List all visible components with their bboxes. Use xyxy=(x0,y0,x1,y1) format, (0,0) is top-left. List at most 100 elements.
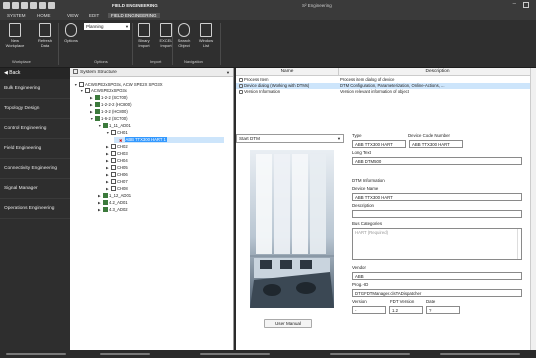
binary-import-button[interactable]: Binary Import xyxy=(134,23,154,48)
nav-bulk-engineering[interactable]: Bulk Engineering xyxy=(0,79,70,99)
planning-select[interactable]: Planning ▼ xyxy=(84,23,130,30)
device-name-field[interactable]: ABB TTX300 HART xyxy=(352,193,522,201)
undo-icon[interactable] xyxy=(21,2,28,9)
tree-node[interactable]: ▶ 4.2_AD01 xyxy=(98,200,128,206)
channel-icon xyxy=(111,179,116,184)
tree-node[interactable]: ▶ CH06 xyxy=(106,172,128,178)
status-segment xyxy=(6,353,66,355)
tree-node[interactable]: ▶ CH05 xyxy=(106,165,128,171)
dtm-action-select[interactable]: Start DTM ▼ xyxy=(236,134,344,143)
user-manual-button[interactable]: User Manual xyxy=(264,319,312,328)
options-label: Options xyxy=(64,38,78,43)
bus-categories-field[interactable]: HART (Required) xyxy=(352,228,522,260)
tree-node-label: CH05 xyxy=(117,165,128,170)
tab-system[interactable]: SYSTEM xyxy=(4,13,29,18)
tab-edit[interactable]: EDIT xyxy=(86,13,102,18)
refresh-data-button[interactable]: Refresh Data xyxy=(34,23,56,48)
controller-icon xyxy=(95,102,100,107)
search-object-button[interactable]: Search Object xyxy=(174,23,194,48)
tree-node[interactable]: ▶ 1-3-2 (HC800) xyxy=(90,109,128,115)
new-workplace-button[interactable]: New Workplace xyxy=(4,23,26,48)
tree-node-label: 1-2-2 (SC700) xyxy=(101,95,128,100)
tree-node[interactable]: ▶ 1_12_AD01 xyxy=(98,193,131,199)
chevron-down-icon[interactable]: ▼ xyxy=(226,68,230,77)
description-field[interactable] xyxy=(352,210,522,218)
tab-field-engineering[interactable]: FIELD ENGINEERING xyxy=(108,13,160,18)
tree-node[interactable]: ▼ 1_11_AD01 xyxy=(98,123,131,129)
ribbon-separator xyxy=(58,23,59,65)
nav-connectivity-engineering[interactable]: Connectivity Engineering xyxy=(0,159,70,179)
options-button[interactable]: Options xyxy=(60,23,82,44)
tree-node[interactable]: ▶ CH02 xyxy=(106,144,128,150)
column-header-name[interactable]: Name xyxy=(236,68,338,76)
column-header-description[interactable]: Description xyxy=(338,68,536,76)
print-icon[interactable] xyxy=(39,2,46,9)
tree-node[interactable]: ▼ 1-6-2 (SC700) xyxy=(90,116,128,122)
vertical-scrollbar[interactable] xyxy=(530,68,536,350)
group-navigation: Navigation xyxy=(184,59,203,64)
nav-field-engineering[interactable]: Field Engineering xyxy=(0,139,70,159)
excel-import-button[interactable]: EXCEL Import xyxy=(156,23,176,48)
nav-topology-design[interactable]: Topology Design xyxy=(0,99,70,119)
function-row[interactable]: Version Information Version relevant inf… xyxy=(236,89,536,95)
tree-node[interactable]: ▼ ACWSPE2xSPO3x xyxy=(80,88,127,94)
channel-icon xyxy=(111,144,116,149)
tree-node[interactable]: ▶ CH04 xyxy=(106,158,128,164)
excel-import-label: EXCEL Import xyxy=(159,38,173,48)
system-structure-title: System Structure xyxy=(80,70,117,75)
tree-node-selected[interactable]: ✖ ABB TTX300 HART 1 xyxy=(114,137,224,143)
type-field[interactable]: ABB TTX300 HART xyxy=(352,140,406,148)
nav-control-engineering[interactable]: Control Engineering xyxy=(0,119,70,139)
status-bar xyxy=(0,350,536,358)
tab-home[interactable]: HOME xyxy=(34,13,54,18)
bus-categories-value: HART (Required) xyxy=(355,230,389,235)
tree-node-label: 1_11_AD01 xyxy=(109,123,131,128)
tree-node[interactable]: ▶ CH03 xyxy=(106,151,128,157)
settings-icon[interactable] xyxy=(48,2,55,9)
redo-icon[interactable] xyxy=(30,2,37,9)
ribbon: New Workplace Refresh Data Workplace Opt… xyxy=(0,20,536,68)
binary-import-label: Binary Import xyxy=(138,38,150,48)
tree-node[interactable]: ▶ 4.3_AD02 xyxy=(98,207,128,213)
maximize-icon[interactable] xyxy=(523,2,529,8)
save-icon[interactable] xyxy=(12,2,19,9)
tree-node[interactable]: ▶ 1-2-2-2 (HC800) xyxy=(90,102,132,108)
window-list-button[interactable]: Window List xyxy=(196,23,216,48)
tree-node-label: CH07 xyxy=(117,179,128,184)
prog-id-field[interactable]: DTGFDTManager.clsTADispatcher xyxy=(352,289,522,297)
tab-view[interactable]: VIEW xyxy=(64,13,82,18)
status-segment xyxy=(330,353,410,355)
channel-icon xyxy=(111,151,116,156)
device-name-label: Device Name xyxy=(352,186,379,191)
vendor-field[interactable]: ABB xyxy=(352,272,522,280)
controller-icon xyxy=(95,116,100,121)
device-code-label: Device Code Number xyxy=(408,133,450,138)
tree-node[interactable]: ▼ CH01 xyxy=(106,130,128,136)
new-workplace-icon xyxy=(9,23,21,37)
device-code-field[interactable]: ABB TTX300 HART xyxy=(409,140,463,148)
tree-node-label: CH01 xyxy=(117,130,128,135)
device-dialog-icon xyxy=(239,83,243,88)
window-list-label: Window List xyxy=(198,38,214,48)
menu-bar: SYSTEM HOME VIEW EDIT FIELD ENGINEERING xyxy=(0,12,536,20)
tree-node[interactable]: ▶ 1-2-2 (SC700) xyxy=(90,95,128,101)
nav-operations-engineering[interactable]: Operations Engineering xyxy=(0,199,70,219)
tree-node-label: CH03 xyxy=(117,151,128,156)
long-text-field[interactable]: ABB DTM500 xyxy=(352,157,522,165)
tree-node[interactable]: ▶ CH08 xyxy=(106,186,128,192)
fdt-version-field[interactable]: 1.2 xyxy=(389,306,423,314)
back-button[interactable]: ◀ Back xyxy=(0,68,70,79)
window-title: S² Engineering xyxy=(302,3,332,8)
date-label: Date xyxy=(426,299,436,304)
group-import: Import xyxy=(150,59,162,64)
nav-signal-manager[interactable]: Signal Manager xyxy=(0,179,70,199)
type-label: Type xyxy=(352,133,362,138)
bus-categories-scrollbar[interactable] xyxy=(517,229,521,259)
version-field[interactable]: - xyxy=(352,306,386,314)
dtm-action-value: Start DTM xyxy=(239,136,260,141)
tree-node-label: 4.3_AD02 xyxy=(109,207,128,212)
tree-node[interactable]: ▶ CH07 xyxy=(106,179,128,185)
minimize-icon[interactable]: – xyxy=(513,1,516,7)
date-field[interactable]: ? xyxy=(426,306,460,314)
search-icon xyxy=(178,23,190,37)
